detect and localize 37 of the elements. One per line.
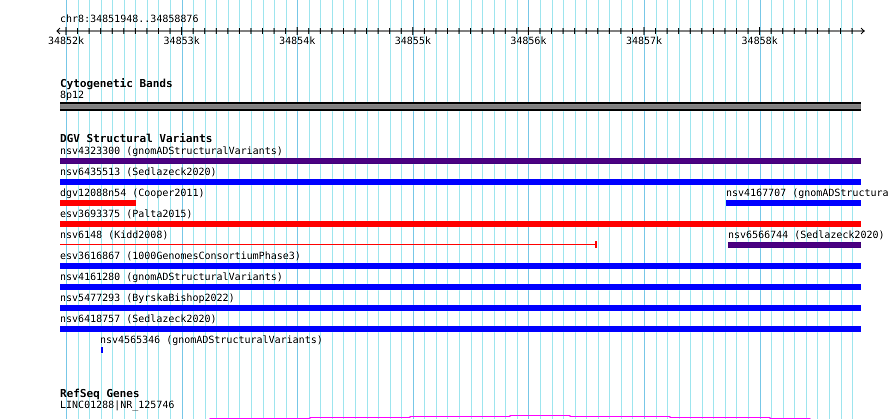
variant-bar[interactable] (60, 179, 861, 185)
variant-bar[interactable] (60, 284, 861, 290)
locus-label: chr8:34851948..34858876 (60, 14, 198, 26)
variant-bar[interactable] (60, 221, 861, 227)
feature-label: esv3693375 (Palta2015) (60, 209, 192, 220)
feature-label: nsv5477293 (ByrskaBishop2022) (60, 293, 235, 304)
tick-label: 34852k (48, 36, 84, 48)
variant-bar[interactable] (60, 305, 861, 311)
variant-bar[interactable] (60, 200, 136, 206)
tick-label: 34853k (164, 36, 200, 48)
band-bar[interactable] (60, 102, 861, 111)
variant-bar[interactable] (728, 242, 861, 248)
gene-label: LINC01288|NR_125746 (60, 400, 174, 412)
variant-bar[interactable] (726, 200, 861, 206)
feature-label: dgv12088n54 (Cooper2011) (60, 188, 204, 199)
feature-label: nsv6148 (Kidd2008) (60, 230, 168, 241)
feature-label: nsv4167707 (gnomADStructura (726, 188, 889, 199)
feature-label: nsv6435513 (Sedlazeck2020) (60, 167, 217, 178)
track-title: DGV Structural Variants (60, 133, 212, 145)
tick-label: 34857k (626, 36, 662, 48)
band-label: 8p12 (60, 90, 84, 102)
variant-bar[interactable] (60, 158, 861, 164)
variant-line[interactable] (60, 241, 597, 248)
feature-label: nsv6418757 (Sedlazeck2020) (60, 314, 217, 325)
feature-label: nsv4161280 (gnomADStructuralVariants) (60, 272, 283, 283)
feature-label: nsv6566744 (Sedlazeck2020) (728, 230, 885, 241)
track-title: Cytogenetic Bands (60, 78, 173, 90)
tick-label: 34858k (742, 36, 778, 48)
tick-label: 34856k (510, 36, 546, 48)
tick-label: 34854k (279, 36, 316, 48)
tick-label: 34855k (394, 36, 431, 48)
feature-label: esv3616867 (1000GenomesConsortiumPhase3) (60, 251, 301, 262)
feature-label: nsv4323300 (gnomADStructuralVariants) (60, 146, 283, 157)
track-title: RefSeq Genes (60, 388, 140, 400)
feature-label: nsv4565346 (gnomADStructuralVariants) (100, 335, 323, 346)
variant-bar[interactable] (60, 263, 861, 269)
variant-bar[interactable] (60, 326, 861, 332)
